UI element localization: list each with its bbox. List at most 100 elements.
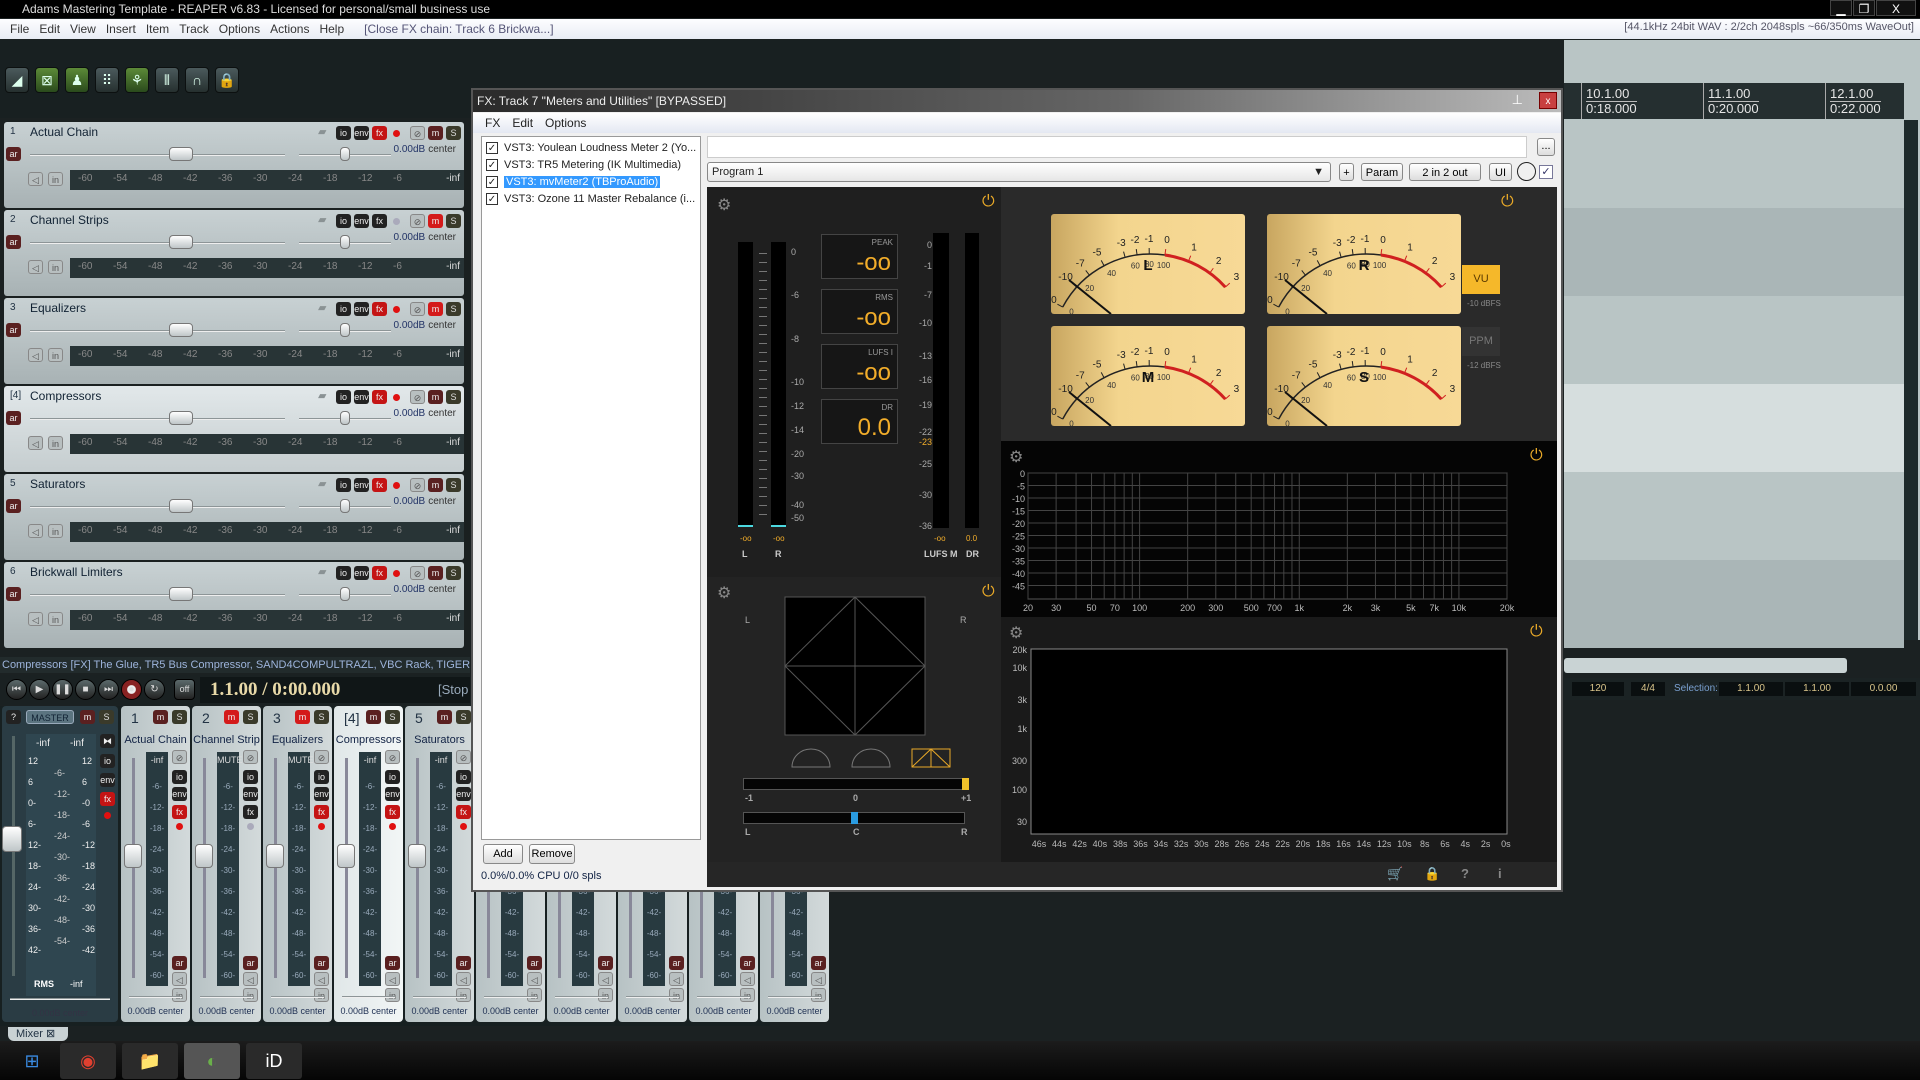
- phase-button[interactable]: ⊘: [410, 478, 425, 492]
- solo-button[interactable]: S: [243, 710, 258, 724]
- volume-knob[interactable]: [337, 844, 355, 868]
- mixer-strip[interactable]: 5 m S Saturators -inf -6- -12- -18- -24- -30- -36-…: [405, 706, 474, 1022]
- envelope-button[interactable]: env: [354, 302, 369, 316]
- phase-button[interactable]: ⊘: [410, 390, 425, 404]
- selection-length[interactable]: 0.0.00: [1851, 682, 1916, 696]
- auto-crossfade-icon[interactable]: ⊠: [35, 67, 59, 93]
- io-button[interactable]: io: [336, 126, 351, 140]
- fx-button[interactable]: fx: [314, 805, 329, 819]
- track-row[interactable]: 1 Actual Chain ▰ io env fx m S ⊘ ar 0.00dB center ◁ i…: [4, 122, 464, 208]
- phase-button[interactable]: ⊘: [410, 302, 425, 316]
- skip-start-button[interactable]: ⏮: [6, 679, 27, 700]
- mixer-strip[interactable]: 1 m S Actual Chain -inf -6- -12- -18- -24- -30- -3…: [121, 706, 190, 1022]
- master-label[interactable]: MASTER: [26, 710, 74, 724]
- mute-button[interactable]: m: [428, 302, 443, 316]
- track-name[interactable]: Equalizers: [30, 301, 86, 315]
- input-button[interactable]: in: [48, 612, 63, 626]
- param-button[interactable]: Param: [1361, 163, 1403, 181]
- io-button[interactable]: io: [172, 770, 187, 784]
- volume-slider[interactable]: [30, 418, 285, 420]
- enable-checkbox[interactable]: ✓: [486, 159, 498, 172]
- track-row[interactable]: 2 Channel Strips ▰ io env fx m S ⊘ ar 0.00dB center…: [4, 210, 464, 296]
- fx-list-item[interactable]: ✓ VST3: Youlean Loudness Meter 2 (Yo...: [486, 140, 696, 156]
- volume-knob[interactable]: [169, 587, 193, 601]
- add-fx-button[interactable]: Add: [483, 844, 523, 864]
- explorer[interactable]: 📁: [122, 1043, 178, 1079]
- menu-3[interactable]: Insert: [106, 22, 136, 36]
- track-row[interactable]: 5 Saturators ▰ io env fx m S ⊘ ar 0.00dB center ◁ in -…: [4, 474, 464, 560]
- monitor-button[interactable]: ◁: [669, 972, 684, 986]
- solo-button[interactable]: S: [99, 710, 114, 724]
- pan-knob[interactable]: [340, 147, 350, 161]
- solo-button[interactable]: S: [314, 710, 329, 724]
- fx-menu-fx[interactable]: FX: [485, 116, 500, 130]
- folder-icon[interactable]: ▰: [318, 125, 326, 138]
- fx-list-item[interactable]: ✓ VST3: TR5 Metering (IK Multimedia): [486, 157, 681, 173]
- volume-knob[interactable]: [169, 147, 193, 161]
- io-button[interactable]: io: [336, 478, 351, 492]
- volume-knob[interactable]: [408, 844, 426, 868]
- envelope-button[interactable]: env: [354, 566, 369, 580]
- record-arm-button[interactable]: ar: [6, 147, 21, 161]
- ppm-mode-button[interactable]: PPM: [1462, 327, 1500, 356]
- envelope-button[interactable]: env: [243, 787, 258, 801]
- track-row[interactable]: [4] Compressors ▰ io env fx m S ⊘ ar 0.00dB center ◁…: [4, 386, 464, 472]
- enable-checkbox[interactable]: ✓: [486, 193, 498, 206]
- record-arm-button[interactable]: ar: [456, 956, 471, 970]
- volume-fader[interactable]: [345, 758, 348, 978]
- volume-knob[interactable]: [195, 844, 213, 868]
- monitor-button[interactable]: ◁: [243, 972, 258, 986]
- magnet-icon[interactable]: ∩: [185, 67, 209, 93]
- pan-slider[interactable]: [10, 998, 110, 1000]
- input-button[interactable]: in: [456, 988, 471, 1002]
- envelope-button[interactable]: env: [354, 214, 369, 228]
- envelope-button[interactable]: env: [314, 787, 329, 801]
- io-button[interactable]: io: [100, 754, 115, 768]
- power-icon[interactable]: ⏻: [1501, 193, 1514, 211]
- volume-slider[interactable]: [30, 154, 285, 156]
- restore-button[interactable]: ❐: [1853, 0, 1875, 16]
- envelope-button[interactable]: env: [385, 787, 400, 801]
- monitor-button[interactable]: ◁: [527, 972, 542, 986]
- pan-slider[interactable]: [697, 996, 750, 998]
- volume-slider[interactable]: [30, 242, 285, 244]
- volume-fader[interactable]: [416, 758, 419, 978]
- chrome[interactable]: ◉: [60, 1043, 116, 1079]
- fx-button[interactable]: fx: [372, 390, 387, 404]
- folder-icon[interactable]: ▰: [318, 477, 326, 490]
- solo-button[interactable]: S: [446, 390, 461, 404]
- fx-button[interactable]: fx: [385, 805, 400, 819]
- menu-5[interactable]: Track: [179, 22, 209, 36]
- pan-slider[interactable]: [342, 996, 395, 998]
- timeline-ruler[interactable]: 10.1.00 0:18.000 11.1.00 0:20.000 12.1.00 0:2…: [1564, 83, 1904, 119]
- track-lane[interactable]: [1564, 120, 1904, 208]
- mute-button[interactable]: m: [428, 126, 443, 140]
- pan-knob[interactable]: [340, 587, 350, 601]
- track-lane[interactable]: [1564, 560, 1904, 648]
- settings-icon[interactable]: ⚙: [717, 195, 731, 215]
- fx-button[interactable]: fx: [372, 214, 387, 228]
- input-button[interactable]: in: [669, 988, 684, 1002]
- solo-button[interactable]: S: [385, 710, 400, 724]
- track-name[interactable]: Saturators: [30, 477, 85, 491]
- record-arm-button[interactable]: ar: [6, 323, 21, 337]
- monitor-button[interactable]: ◁: [28, 436, 43, 450]
- volume-fader[interactable]: [12, 736, 15, 976]
- monitor-button[interactable]: ◁: [28, 260, 43, 274]
- io-routing-button[interactable]: 2 in 2 out: [1409, 163, 1481, 181]
- envelope-button[interactable]: env: [354, 478, 369, 492]
- mixer-strip[interactable]: [4] m S Compressors -inf -6- -12- -18- -24- -30- -…: [334, 706, 403, 1022]
- phase-button[interactable]: ⊘: [410, 566, 425, 580]
- fx-button[interactable]: fx: [372, 302, 387, 316]
- volume-knob[interactable]: [169, 499, 193, 513]
- monitor-button[interactable]: ◁: [28, 612, 43, 626]
- fx-button[interactable]: fx: [456, 805, 471, 819]
- pan-slider[interactable]: [271, 996, 324, 998]
- input-button[interactable]: in: [48, 524, 63, 538]
- phase-button[interactable]: ⊘: [172, 750, 187, 764]
- volume-knob[interactable]: [266, 844, 284, 868]
- pan-slider[interactable]: [200, 996, 253, 998]
- track-lane[interactable]: [1564, 472, 1904, 560]
- io-button[interactable]: io: [336, 390, 351, 404]
- help-button[interactable]: ?: [6, 710, 21, 724]
